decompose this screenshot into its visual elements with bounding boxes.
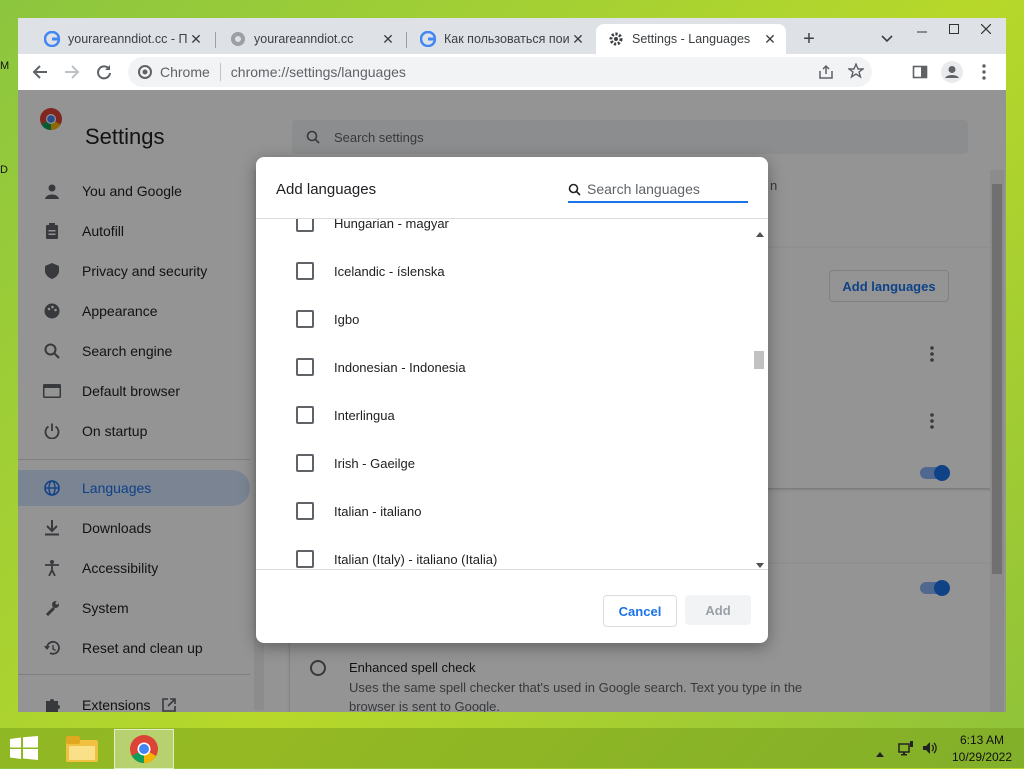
tab[interactable]: Как пользоваться пои ✕ [408,24,594,54]
close-tab-icon[interactable]: ✕ [188,31,204,48]
chrome-logo-icon [138,65,152,79]
bookmark-star-icon[interactable] [846,62,866,82]
dialog-search-placeholder: Search languages [587,181,700,197]
cancel-button[interactable]: Cancel [603,595,677,627]
language-label: Hungarian - magyar [334,219,449,231]
google-icon [44,31,60,47]
scroll-up-arrow-icon[interactable] [756,225,764,240]
tab-active[interactable]: Settings - Languages ✕ [596,24,786,54]
desktop-edge-letter: M [0,60,10,72]
language-option[interactable]: Italian - italiano [256,487,752,535]
file-explorer-icon[interactable] [62,732,102,766]
tab-separator [406,32,407,48]
dialog-divider [256,569,768,570]
language-checkbox[interactable] [296,310,314,328]
tab-separator [215,32,216,48]
toolbar: Chrome chrome://settings/languages [18,54,1006,90]
desktop-edge-letter: D [0,164,8,176]
language-option[interactable]: Icelandic - íslenska [256,247,752,295]
close-tab-icon[interactable]: ✕ [380,31,396,48]
windows-start-icon[interactable] [10,736,38,763]
language-label: Igbo [334,311,360,327]
gear-icon [608,31,624,47]
language-label: Italian (Italy) - italiano (Italia) [334,551,498,567]
forward-icon[interactable] [58,58,86,86]
google-icon [420,31,436,47]
chrome-taskbar-button[interactable] [114,729,174,769]
network-icon[interactable] [898,740,914,759]
add-languages-dialog: Add languages Search languages Hungarian… [256,157,768,643]
share-icon[interactable] [818,64,834,83]
omnibox-site-label: Chrome [160,64,210,80]
tab-title: Settings - Languages [632,32,751,46]
globe-icon [230,31,246,47]
language-label: Indonesian - Indonesia [334,359,466,375]
dialog-title: Add languages [276,181,377,198]
omnibox[interactable]: Chrome chrome://settings/languages [128,57,872,87]
tab[interactable]: yourareanndiot.cc - По ✕ [32,24,212,54]
new-tab-icon[interactable]: + [796,26,822,52]
dialog-search[interactable]: Search languages [568,177,748,203]
language-checkbox[interactable] [296,454,314,472]
language-list: Hungarian - magyar Icelandic - íslenska … [256,219,752,569]
menu-kebab-icon[interactable] [970,58,998,86]
tray-expand-icon[interactable] [876,745,884,760]
taskbar: 6:13 AM 10/29/2022 [0,728,1024,769]
language-checkbox[interactable] [296,406,314,424]
clock-time[interactable]: 6:13 AM [950,733,1014,747]
close-tab-icon[interactable]: ✕ [762,31,778,48]
profile-avatar-icon[interactable] [938,58,966,86]
add-button[interactable]: Add [685,595,751,625]
omnibox-divider [219,63,221,81]
language-checkbox[interactable] [296,358,314,376]
tab-title: Как пользоваться пои [444,32,570,46]
window-controls [906,18,1002,40]
language-label: Interlingua [334,407,395,423]
close-tab-icon[interactable]: ✕ [570,31,586,48]
close-window-icon[interactable] [970,18,1002,40]
tab-search-chevron-icon[interactable] [874,26,900,52]
minimize-icon[interactable] [906,18,938,40]
tab[interactable]: yourareanndiot.cc ✕ [218,24,404,54]
language-option[interactable]: Interlingua [256,391,752,439]
language-label: Italian - italiano [334,503,422,519]
dialog-scrollbar-thumb[interactable] [754,351,764,369]
chrome-logo-icon [130,735,158,763]
tab-title: yourareanndiot.cc [254,32,354,46]
maximize-icon[interactable] [938,18,970,40]
language-checkbox[interactable] [296,219,314,232]
language-checkbox[interactable] [296,502,314,520]
language-option[interactable]: Irish - Gaeilge [256,439,752,487]
language-label: Icelandic - íslenska [334,263,445,279]
language-option[interactable]: Hungarian - magyar [256,219,752,247]
reload-icon[interactable] [90,58,118,86]
side-panel-icon[interactable] [906,58,934,86]
clock-date[interactable]: 10/29/2022 [946,750,1018,764]
language-option[interactable]: Indonesian - Indonesia [256,343,752,391]
tab-title: yourareanndiot.cc - По [68,32,188,46]
omnibox-url: chrome://settings/languages [230,64,406,80]
language-option[interactable]: Igbo [256,295,752,343]
language-checkbox[interactable] [296,550,314,568]
language-label: Irish - Gaeilge [334,455,415,471]
search-icon [568,183,581,196]
back-icon[interactable] [26,58,54,86]
language-checkbox[interactable] [296,262,314,280]
dialog-scrollbar[interactable] [752,219,768,569]
language-option[interactable]: Italian (Italy) - italiano (Italia) [256,535,752,569]
volume-icon[interactable] [922,740,938,759]
